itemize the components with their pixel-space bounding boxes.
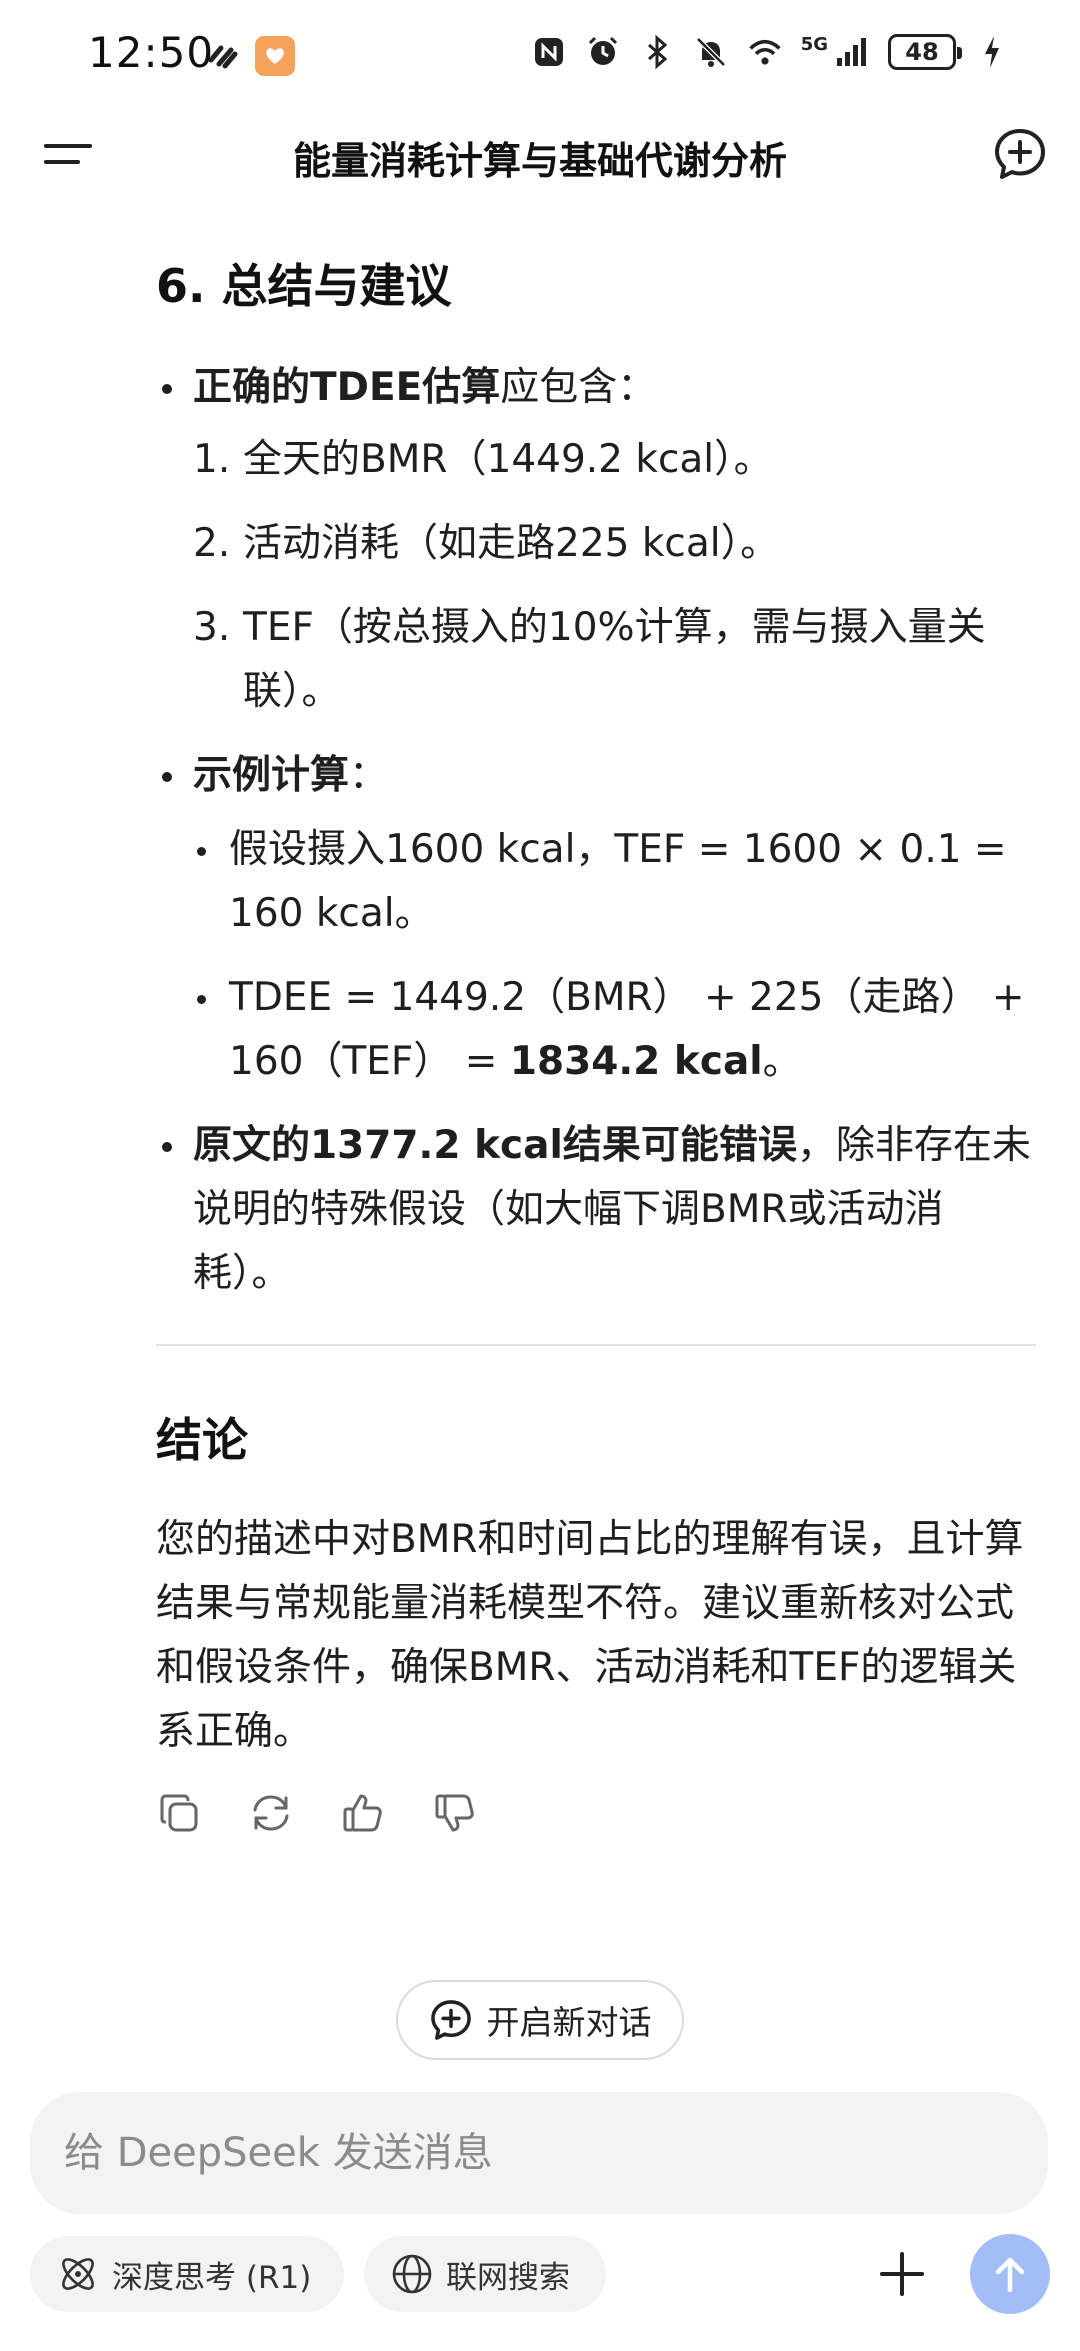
composer-toolbar: 深度思考 (R1) 联网搜索 [30, 2234, 1060, 2316]
text: 应包含： [500, 365, 657, 410]
status-time: 12:50 [88, 28, 215, 77]
new-conversation-label: 开启新对话 [486, 2003, 652, 2042]
new-chat-icon [430, 2000, 471, 2040]
message-input[interactable] [64, 2092, 1004, 2214]
list-item: 3. TEF（按总摄入的10%计算，需与摄入量关联）。 [193, 605, 986, 714]
bold-text: 示例计算 [193, 753, 350, 798]
page-title: 能量消耗计算与基础代谢分析 [292, 139, 787, 183]
battery-icon: 48 [888, 34, 962, 70]
send-button[interactable] [970, 2234, 1050, 2314]
divider [156, 1344, 1036, 1346]
message-actions [156, 1790, 1036, 1836]
list-item: 原文的1377.2 kcal结果可能错误，除非存在未说明的特殊假设（如大幅下调B… [156, 1114, 1036, 1306]
deep-think-label: 深度思考 (R1) [112, 2259, 312, 2296]
list-item: 2. 活动消耗（如走路225 kcal）。 [193, 521, 780, 566]
refresh-icon [253, 1795, 289, 1831]
status-right-icons: 5G 48 [531, 34, 1010, 70]
bluetooth-icon [639, 34, 675, 70]
chat-screen: 12:50 5G 48 能量消耗计算与基础代谢分析 6. 总结与建议 正确的TD… [0, 0, 1080, 2351]
like-button[interactable] [340, 1790, 386, 1836]
nfc-icon [531, 34, 567, 70]
message-composer [30, 2092, 1048, 2214]
text: ： [349, 753, 389, 798]
list-item: 假设摄入1600 kcal，TEF = 1600 × 0.1 = 160 kca… [193, 818, 1036, 946]
plus-icon [880, 2252, 924, 2296]
list-item: TDEE = 1449.2（BMR） + 225（走路） + 160（TEF） … [193, 966, 1036, 1094]
atom-icon [62, 2258, 94, 2290]
status-left-icons [205, 36, 295, 76]
conclusion-title: 结论 [156, 1413, 248, 1467]
link-icon [205, 38, 241, 74]
deep-think-toggle[interactable]: 深度思考 (R1) [30, 2236, 344, 2312]
attach-button[interactable] [872, 2244, 932, 2304]
alarm-icon [585, 34, 621, 70]
arrow-up-icon [995, 2257, 1025, 2293]
summary-list: 正确的TDEE估算应包含： 1. 全天的BMR（1449.2 kcal）。 2. 活… [156, 356, 1036, 1306]
web-search-toggle[interactable]: 联网搜索 [364, 2236, 606, 2312]
mute-icon [693, 34, 729, 70]
status-bar: 12:50 5G 48 [0, 0, 1080, 110]
list-item: 示例计算： 假设摄入1600 kcal，TEF = 1600 × 0.1 = 1… [156, 744, 1036, 1094]
conclusion-text: 您的描述中对BMR和时间占比的理解有误，且计算结果与常规能量消耗模型不符。建议重… [156, 1517, 1024, 1754]
assistant-message: 6. 总结与建议 正确的TDEE估算应包含： 1. 全天的BMR（1449.2 k… [156, 250, 1036, 1836]
numbered-list: 1. 全天的BMR（1449.2 kcal）。 2. 活动消耗（如走路225 kca… [193, 428, 1036, 724]
list-item: 1. 全天的BMR（1449.2 kcal）。 [193, 437, 773, 482]
new-chat-icon [995, 129, 1045, 179]
bold-text: 原文的1377.2 kcal结果可能错误 [193, 1123, 797, 1168]
battery-level: 48 [905, 38, 939, 66]
wifi-icon [747, 34, 783, 70]
bold-text: 1834.2 kcal [509, 1039, 763, 1084]
thumbs-up-icon [343, 1794, 382, 1832]
network-type: 5G [800, 33, 828, 55]
copy-button[interactable] [156, 1790, 202, 1836]
globe-icon [392, 2254, 432, 2294]
dislike-button[interactable] [432, 1790, 478, 1836]
app-header: 能量消耗计算与基础代谢分析 [0, 112, 1080, 196]
charging-icon [974, 34, 1010, 70]
web-search-label: 联网搜索 [446, 2259, 570, 2296]
app-badge-icon [255, 36, 295, 76]
new-conversation-button[interactable]: 开启新对话 [396, 1980, 684, 2060]
new-chat-button[interactable] [992, 126, 1048, 182]
bold-text: 正确的TDEE估算 [193, 365, 501, 410]
sub-list: 假设摄入1600 kcal，TEF = 1600 × 0.1 = 160 kca… [193, 818, 1036, 1094]
regenerate-button[interactable] [248, 1790, 294, 1836]
copy-icon [160, 1794, 198, 1832]
signal-icon [834, 34, 870, 70]
section-title: 6. 总结与建议 [156, 259, 452, 313]
list-item: 正确的TDEE估算应包含： 1. 全天的BMR（1449.2 kcal）。 2. 活… [156, 356, 1036, 724]
thumbs-down-icon [435, 1794, 474, 1832]
